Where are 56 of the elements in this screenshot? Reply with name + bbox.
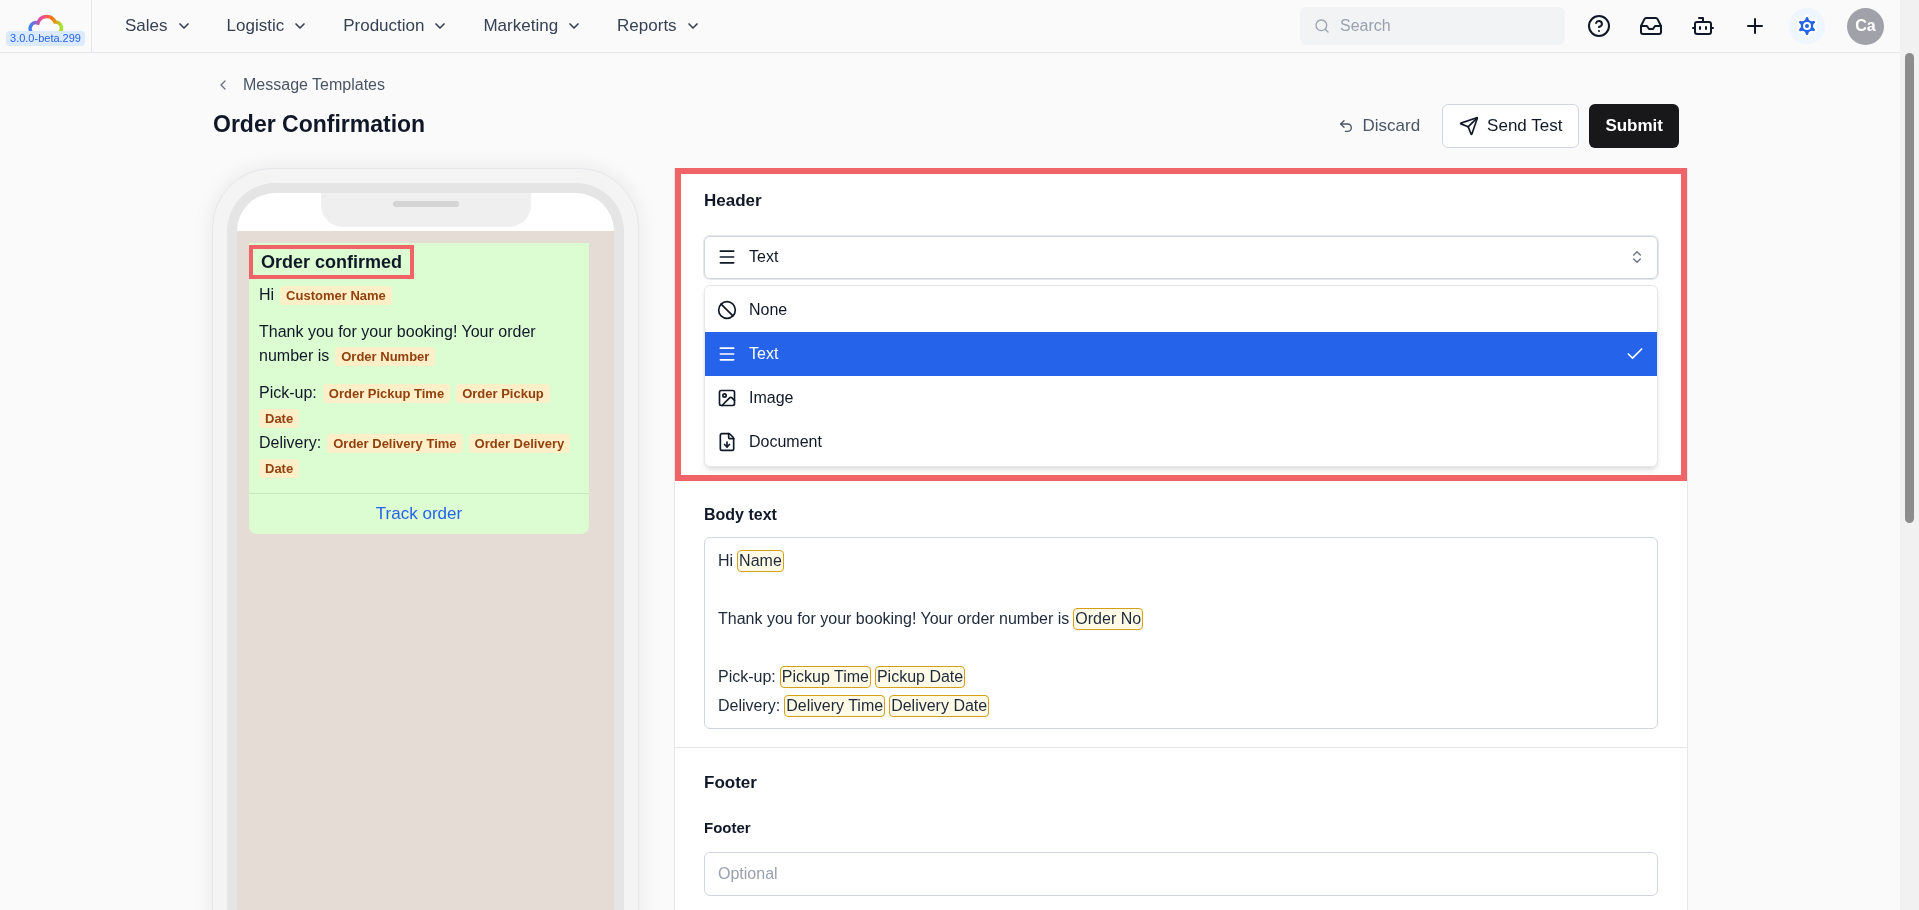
track-order-button[interactable]: Track order: [375, 502, 463, 526]
field-label: Body text: [704, 504, 778, 525]
variable-tag: Order No: [1073, 607, 1144, 630]
nav-menu[interactable]: Sales: [125, 13, 192, 39]
robot-icon[interactable]: [1691, 14, 1715, 38]
body-text: Delivery:: [718, 696, 781, 714]
undo-icon: [1338, 118, 1355, 134]
variable-chip: Order Delivery Time: [327, 434, 463, 453]
section-title: Footer: [704, 771, 758, 794]
submit-button[interactable]: Submit: [1589, 104, 1679, 148]
dropdown-option[interactable]: Text: [705, 331, 1657, 376]
ban-icon: [717, 299, 737, 320]
document-icon: [717, 431, 737, 452]
variable-tag: Pickup Date: [874, 665, 966, 688]
settings-icon: [1795, 14, 1819, 38]
message-text: Hi: [259, 285, 275, 305]
send-test-button[interactable]: Send Test: [1442, 104, 1580, 148]
dropdown-option[interactable]: None: [705, 287, 1657, 332]
variable-chip: Order Number: [335, 347, 436, 366]
message-header: Order confirmed: [249, 245, 415, 279]
version-badge: 3.0.0-beta.299: [6, 31, 85, 46]
dropdown-option[interactable]: Image: [705, 375, 1657, 420]
nav-menu[interactable]: Marketing: [483, 13, 583, 39]
variable-tag: Pickup Time: [779, 665, 871, 688]
message-text: Thank you for your booking! Your order: [259, 322, 536, 342]
lines-icon: [717, 247, 737, 267]
message-text: Delivery:: [259, 433, 322, 453]
inbox-icon[interactable]: [1639, 14, 1663, 38]
body-text: Pick-up:: [718, 667, 776, 685]
nav-menu[interactable]: Production: [343, 13, 449, 39]
help-icon[interactable]: [1587, 14, 1611, 38]
message-text: number is: [259, 346, 330, 366]
variable-tag: Delivery Time: [784, 694, 886, 717]
variable-chip: Customer Name: [280, 286, 392, 305]
search-icon: [1314, 18, 1330, 34]
page-title: Order Confirmation: [212, 110, 426, 139]
variable-chip: Order Pickup Time: [322, 384, 451, 403]
search-field[interactable]: Search: [1300, 7, 1565, 45]
discard-button[interactable]: Discard: [1326, 104, 1433, 148]
settings-button[interactable]: [1789, 8, 1825, 44]
back-link[interactable]: Message Templates: [212, 73, 426, 97]
dropdown-option[interactable]: Document: [705, 419, 1657, 464]
body-text: Thank you for your booking! Your order number is: [718, 609, 1070, 627]
send-icon: [1459, 116, 1480, 136]
variable-tag: Delivery Date: [889, 694, 990, 717]
message-text: Pick-up:: [259, 383, 317, 403]
variable-tag: Name: [737, 549, 784, 572]
footer-input[interactable]: Optional: [704, 851, 1658, 896]
header-type-select[interactable]: Text: [704, 235, 1658, 279]
nav-menu[interactable]: Logistic: [226, 13, 309, 39]
body-text-editor[interactable]: Hi Name Thank you for your booking! Your order number is Order No Pick-up: Pickup Time Pickup Date Delivery: Delivery Time Delivery Date: [704, 536, 1658, 729]
body-text: Hi: [718, 551, 734, 569]
field-label: Footer: [704, 818, 752, 838]
section-title: Header: [704, 190, 763, 212]
nav-menu[interactable]: Reports: [617, 13, 701, 39]
image-icon: [717, 387, 737, 408]
